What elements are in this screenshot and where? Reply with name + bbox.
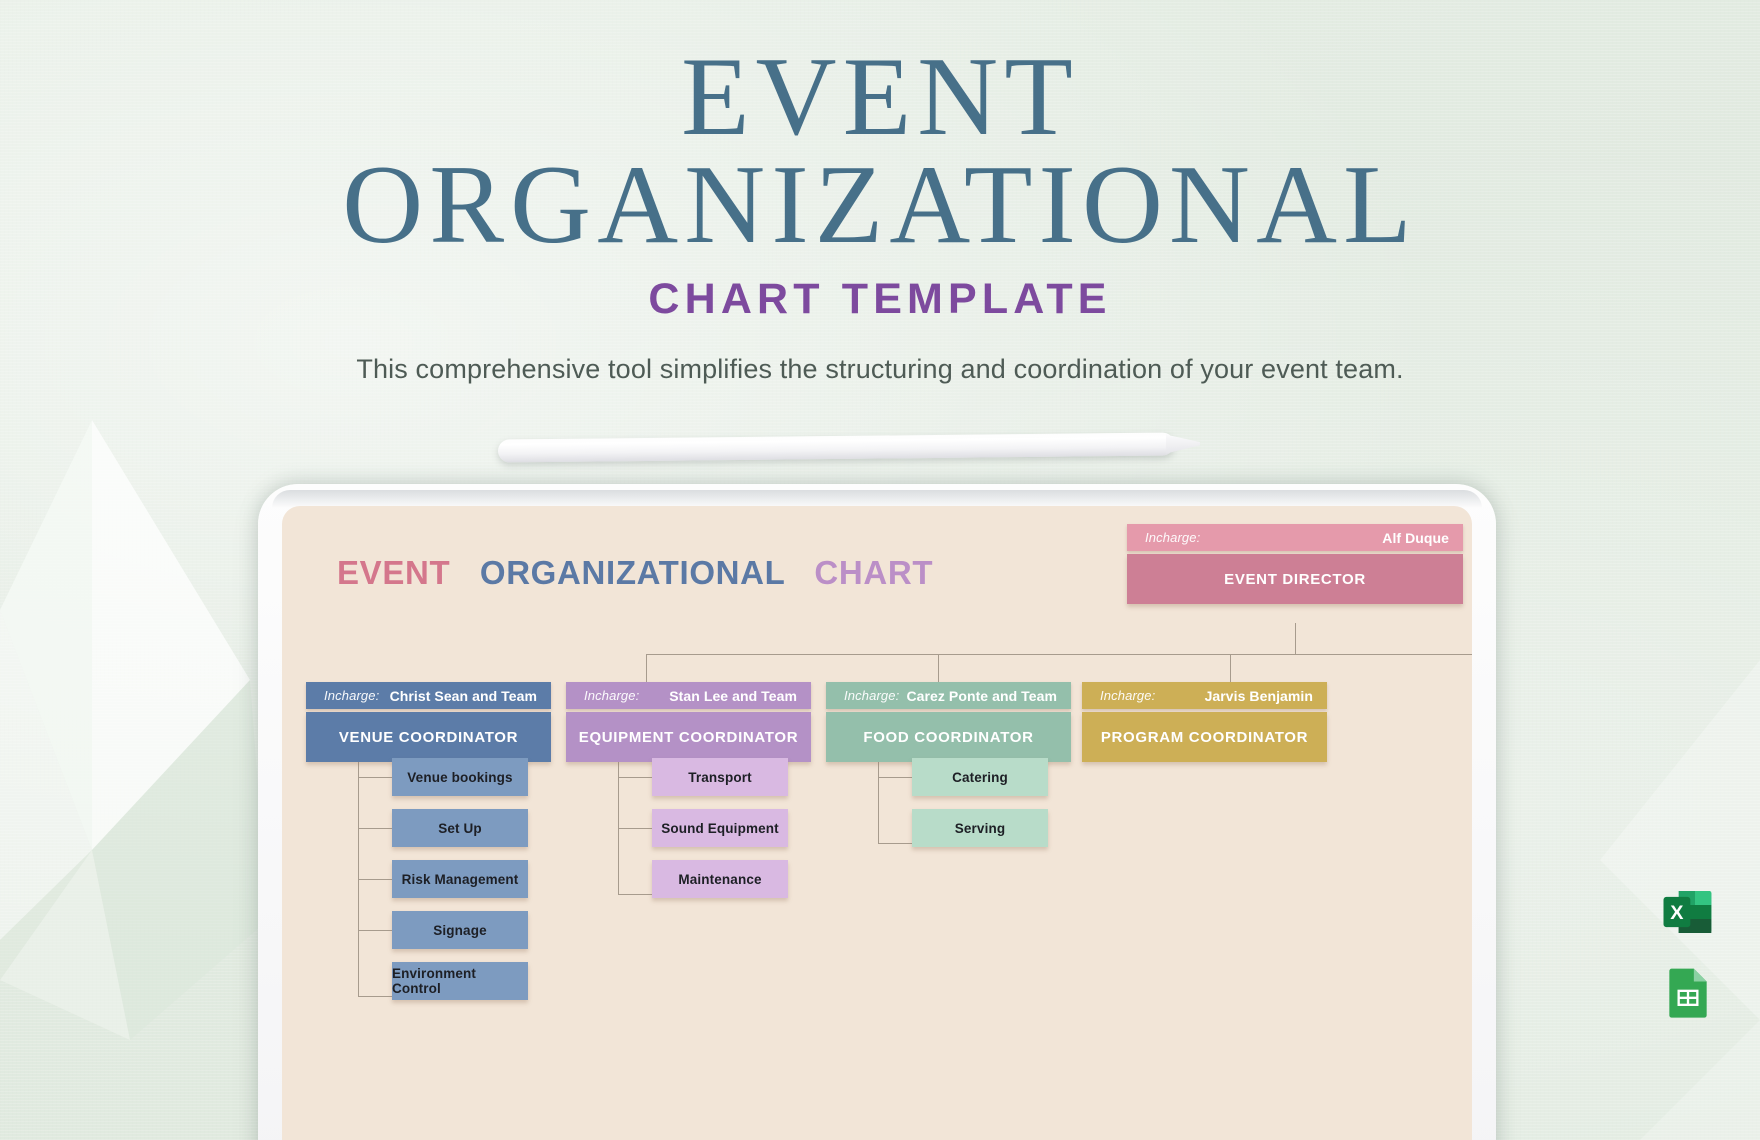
leaf-environment-control[interactable]: Environment Control — [392, 962, 528, 1000]
incharge-label: Incharge: — [324, 688, 380, 703]
page-title-line-2: ORGANIZATIONAL — [342, 143, 1418, 268]
connector-equipment-to-leaf-1 — [618, 777, 654, 778]
chart-title-part-3: CHART — [814, 554, 934, 591]
chart-title-part-1: EVENT — [337, 554, 451, 591]
connector-root-drop — [1295, 623, 1296, 654]
leaf-signage[interactable]: Signage — [392, 911, 528, 949]
node-event-director-head: Incharge: Alf Duque — [1127, 524, 1463, 551]
incharge-value: Christ Sean and Team — [389, 687, 537, 704]
incharge-label: Incharge: — [1145, 530, 1201, 545]
leaf-set-up[interactable]: Set Up — [392, 809, 528, 847]
node-equipment-coordinator-head: Incharge: Stan Lee and Team — [566, 682, 811, 709]
incharge-value: Stan Lee and Team — [669, 687, 797, 704]
excel-file-icon[interactable]: X — [1660, 884, 1716, 940]
connector-venue-to-leaf-5 — [358, 996, 394, 997]
leaf-venue-bookings[interactable]: Venue bookings — [392, 758, 528, 796]
node-program-coordinator[interactable]: Incharge: Jarvis Benjamin PROGRAM COORDI… — [1082, 682, 1327, 762]
chart-title: EVENT ORGANIZATIONAL CHART — [337, 554, 933, 592]
connector-drop-equipment — [938, 654, 939, 682]
leaf-risk-management[interactable]: Risk Management — [392, 860, 528, 898]
connector-horizontal-bus — [646, 654, 1472, 655]
page-subtitle: CHART TEMPLATE — [648, 274, 1112, 323]
tablet-screen: EVENT ORGANIZATIONAL CHART Incharge: Alf… — [282, 506, 1472, 1140]
incharge-label: Incharge: — [1100, 688, 1156, 703]
node-equipment-coordinator[interactable]: Incharge: Stan Lee and Team EQUIPMENT CO… — [566, 682, 811, 762]
incharge-value: Alf Duque — [1382, 529, 1449, 546]
connector-food-to-leaf-1 — [878, 777, 914, 778]
leaf-catering[interactable]: Catering — [912, 758, 1048, 796]
page-background: EVENT ORGANIZATIONAL CHART TEMPLATE This… — [0, 0, 1760, 1140]
connector-food-spine — [878, 762, 879, 843]
svg-text:X: X — [1670, 902, 1684, 924]
leaf-maintenance[interactable]: Maintenance — [652, 860, 788, 898]
connector-venue-to-leaf-4 — [358, 930, 394, 931]
incharge-label: Incharge: — [584, 688, 640, 703]
google-sheets-file-icon[interactable] — [1660, 964, 1716, 1020]
node-food-coordinator[interactable]: Incharge: Carez Ponte and Team FOOD COOR… — [826, 682, 1071, 762]
node-venue-coordinator-head: Incharge: Christ Sean and Team — [306, 682, 551, 709]
leaf-transport[interactable]: Transport — [652, 758, 788, 796]
node-venue-coordinator-role: VENUE COORDINATOR — [306, 712, 551, 762]
incharge-label: Incharge: — [844, 688, 900, 703]
node-program-coordinator-role: PROGRAM COORDINATOR — [1082, 712, 1327, 762]
node-event-director[interactable]: Incharge: Alf Duque EVENT DIRECTOR — [1127, 524, 1463, 604]
connector-food-to-leaf-2 — [878, 843, 914, 844]
leaf-sound-equipment[interactable]: Sound Equipment — [652, 809, 788, 847]
origami-decoration-right — [1600, 660, 1760, 1140]
file-format-icons: X — [1660, 884, 1716, 1020]
connector-equipment-to-leaf-3 — [618, 894, 654, 895]
node-program-coordinator-head: Incharge: Jarvis Benjamin — [1082, 682, 1327, 709]
node-event-director-role: EVENT DIRECTOR — [1127, 554, 1463, 604]
stylus-pencil — [497, 432, 1175, 463]
page-title-line-1: EVENT — [681, 35, 1079, 159]
connector-drop-food — [1230, 654, 1231, 682]
connector-drop-venue — [646, 654, 647, 682]
connector-venue-to-leaf-2 — [358, 828, 394, 829]
connector-venue-to-leaf-1 — [358, 777, 394, 778]
connector-venue-to-leaf-3 — [358, 879, 394, 880]
page-tagline: This comprehensive tool simplifies the s… — [356, 353, 1404, 384]
page-header: EVENT ORGANIZATIONAL CHART TEMPLATE This… — [0, 0, 1760, 385]
node-equipment-coordinator-role: EQUIPMENT COORDINATOR — [566, 712, 811, 762]
leaf-serving[interactable]: Serving — [912, 809, 1048, 847]
incharge-value: Carez Ponte and Team — [906, 687, 1057, 704]
tablet-device: EVENT ORGANIZATIONAL CHART Incharge: Alf… — [258, 484, 1496, 1140]
node-venue-coordinator[interactable]: Incharge: Christ Sean and Team VENUE COO… — [306, 682, 551, 762]
origami-decoration-left — [0, 420, 268, 1040]
connector-equipment-to-leaf-2 — [618, 828, 654, 829]
node-food-coordinator-role: FOOD COORDINATOR — [826, 712, 1071, 762]
node-food-coordinator-head: Incharge: Carez Ponte and Team — [826, 682, 1071, 709]
incharge-value: Jarvis Benjamin — [1204, 687, 1313, 704]
chart-title-part-2: ORGANIZATIONAL — [479, 554, 785, 591]
